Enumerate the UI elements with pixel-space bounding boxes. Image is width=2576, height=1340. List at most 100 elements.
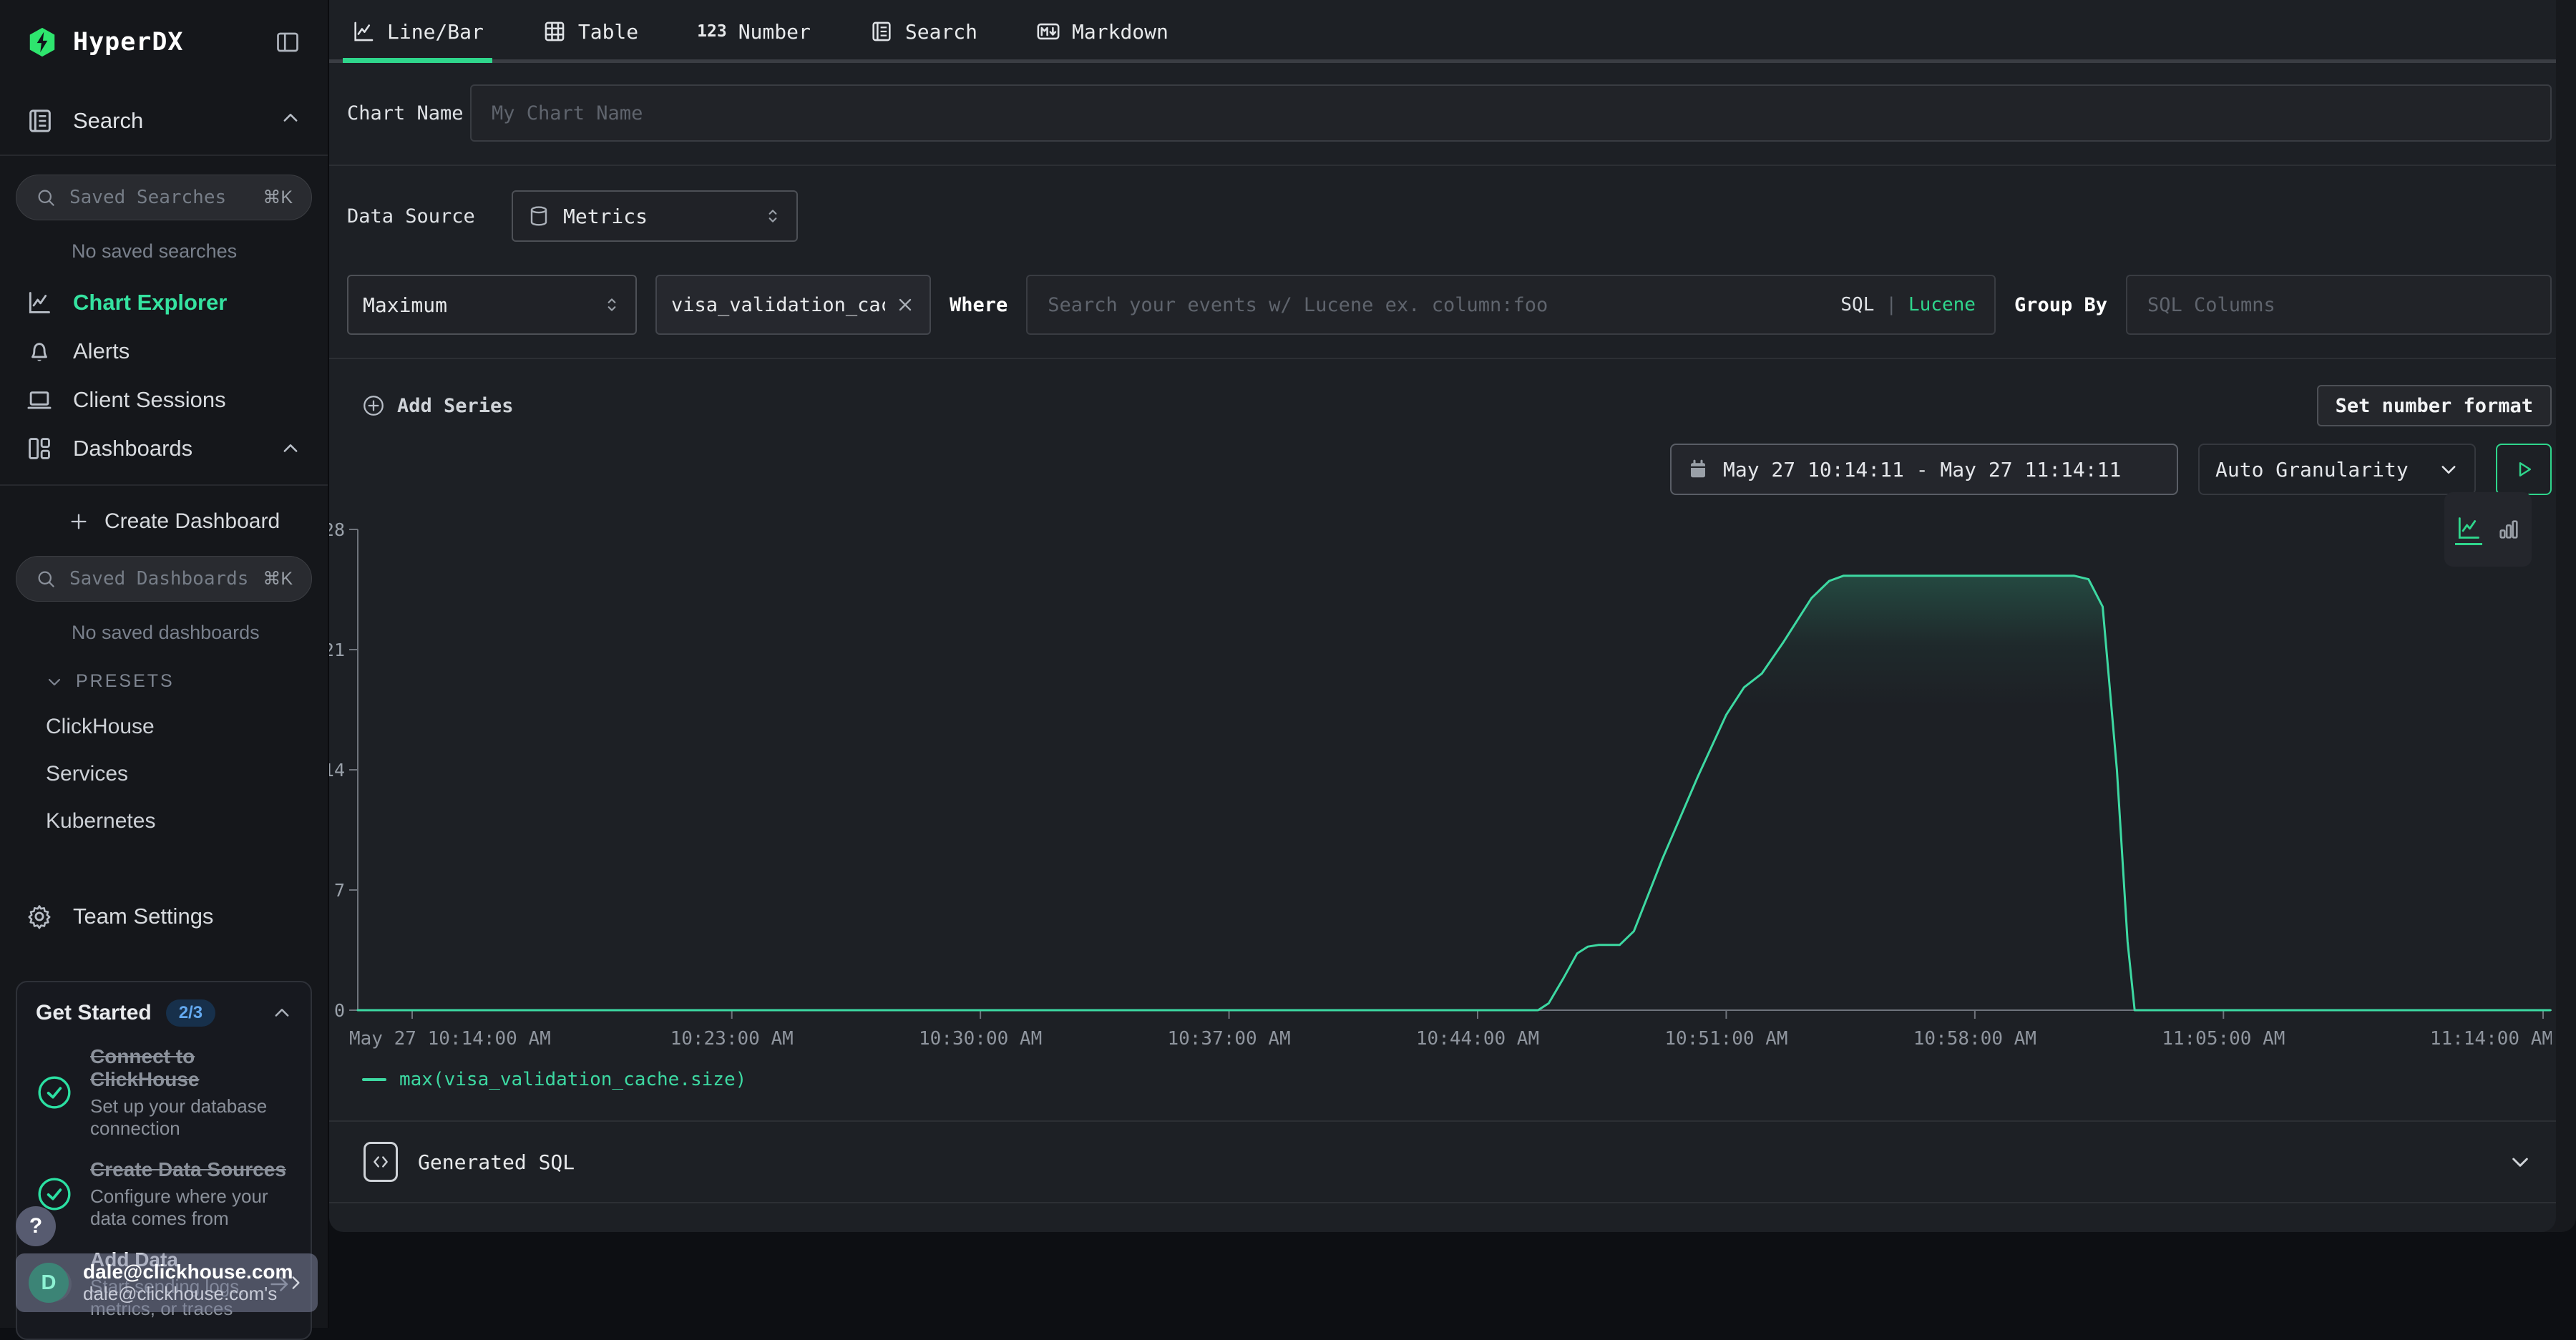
- where-field[interactable]: [1046, 293, 1840, 317]
- tab-line-bar[interactable]: Line/Bar: [347, 0, 488, 63]
- saved-searches-field[interactable]: [68, 186, 251, 209]
- saved-dashboards-input[interactable]: ⌘K: [16, 556, 312, 602]
- sidebar-item-client-sessions[interactable]: Client Sessions: [0, 376, 328, 424]
- add-series-button[interactable]: Add Series: [361, 393, 514, 418]
- aggregation-value: Maximum: [363, 293, 447, 317]
- run-query-button[interactable]: [2496, 444, 2552, 495]
- check-circle-icon: [36, 1075, 73, 1110]
- svg-text:10:30:00 AM: 10:30:00 AM: [919, 1028, 1042, 1050]
- collapse-sidebar-button[interactable]: [275, 29, 301, 55]
- line-chart[interactable]: 07142128May 27 10:14:00 AM10:23:00 AM10:…: [329, 517, 2552, 1066]
- granularity-value: Auto Granularity: [2215, 458, 2409, 481]
- set-number-format-button[interactable]: Set number format: [2317, 385, 2552, 426]
- tab-search[interactable]: Search: [865, 0, 982, 63]
- date-range-value: May 27 10:14:11 - May 27 11:14:11: [1723, 458, 2121, 481]
- get-started-header[interactable]: Get Started 2/3: [36, 999, 292, 1027]
- where-input[interactable]: SQL | Lucene: [1026, 275, 1996, 335]
- get-started-item-subtitle: Set up your database connection: [90, 1095, 292, 1140]
- svg-text:10:37:00 AM: 10:37:00 AM: [1167, 1028, 1290, 1050]
- number-icon: 123: [697, 22, 727, 41]
- shortcut-badge: ⌘K: [263, 568, 293, 590]
- lucene-toggle-option[interactable]: Lucene: [1908, 294, 1976, 316]
- gear-icon: [26, 903, 53, 930]
- user-email: dale@clickhouse.com: [83, 1261, 272, 1283]
- time-controls-row: May 27 10:14:11 - May 27 11:14:11 Auto G…: [329, 444, 2556, 495]
- bar-chart-toggle-icon[interactable]: [2497, 517, 2521, 542]
- no-saved-searches-text: No saved searches: [72, 240, 328, 263]
- saved-dashboards-field[interactable]: [68, 567, 251, 590]
- chevron-down-icon: [2439, 459, 2459, 479]
- chevron-down-icon: [2509, 1150, 2532, 1173]
- preset-item-clickhouse[interactable]: ClickHouse: [46, 715, 328, 739]
- group-by-input[interactable]: [2126, 275, 2552, 335]
- sidebar-search-label: Search: [73, 108, 143, 134]
- svg-text:0: 0: [334, 1000, 345, 1021]
- svg-text:10:44:00 AM: 10:44:00 AM: [1416, 1028, 1539, 1050]
- svg-text:21: 21: [329, 640, 345, 660]
- svg-text:28: 28: [329, 519, 345, 540]
- create-dashboard-button[interactable]: Create Dashboard: [69, 506, 328, 537]
- user-subtitle: dale@clickhouse.com's: [83, 1283, 272, 1305]
- get-started-item-text: Connect to ClickHouseSet up your databas…: [90, 1045, 292, 1140]
- sidebar: HyperDX Search ⌘K No saved searches Char…: [0, 0, 329, 1328]
- calendar-icon: [1687, 459, 1709, 480]
- divider: [329, 165, 2556, 166]
- get-started-item[interactable]: Connect to ClickHouseSet up your databas…: [36, 1045, 292, 1140]
- svg-text:May 27 10:14:00 AM: May 27 10:14:00 AM: [349, 1028, 551, 1050]
- get-started-item-subtitle: Configure where your data comes from: [90, 1185, 292, 1230]
- get-started-item-title: Connect to ClickHouse: [90, 1045, 292, 1092]
- line-chart-toggle-icon[interactable]: [2455, 514, 2482, 545]
- progress-badge: 2/3: [166, 999, 215, 1027]
- chevron-up-icon[interactable]: [272, 1003, 292, 1023]
- chart-name-row: Chart Name: [329, 84, 2556, 142]
- date-range-input[interactable]: May 27 10:14:11 - May 27 11:14:11: [1670, 444, 2178, 495]
- chevron-up-icon[interactable]: [280, 108, 301, 134]
- preset-item-services[interactable]: Services: [46, 762, 328, 786]
- query-language-toggle: SQL | Lucene: [1840, 294, 1976, 316]
- tab-table[interactable]: Table: [538, 0, 643, 63]
- brand-row: HyperDX: [0, 0, 328, 59]
- legend-swatch: [362, 1078, 386, 1081]
- aggregation-select[interactable]: Maximum: [347, 275, 637, 335]
- sql-toggle-option[interactable]: SQL: [1840, 294, 1874, 316]
- data-source-value: Metrics: [563, 205, 648, 228]
- sidebar-divider: [0, 484, 328, 486]
- sidebar-item-dashboards[interactable]: Dashboards: [0, 424, 328, 473]
- select-chevrons-icon: [763, 207, 782, 225]
- database-icon: [527, 205, 550, 228]
- get-started-item[interactable]: Create Data Sources Configure where your …: [36, 1158, 292, 1230]
- sidebar-item-alerts[interactable]: Alerts: [0, 327, 328, 376]
- sidebar-item-label: Chart Explorer: [73, 290, 227, 316]
- tab-number[interactable]: 123Number: [693, 0, 815, 63]
- get-started-item-title: Create Data Sources: [90, 1158, 292, 1181]
- sidebar-item-chart-explorer[interactable]: Chart Explorer: [0, 278, 328, 327]
- tab-label: Markdown: [1072, 20, 1169, 44]
- chart-legend[interactable]: max(visa_validation_cache.size): [362, 1069, 2556, 1090]
- data-source-select[interactable]: Metrics: [512, 190, 798, 242]
- user-menu[interactable]: D dale@clickhouse.com dale@clickhouse.co…: [16, 1253, 318, 1312]
- granularity-select[interactable]: Auto Granularity: [2198, 444, 2476, 495]
- tab-markdown[interactable]: Markdown: [1032, 0, 1173, 63]
- chart-name-field[interactable]: [490, 102, 2532, 125]
- metric-tag-label: visa_validation_cach: [671, 294, 885, 316]
- preset-item-kubernetes[interactable]: Kubernetes: [46, 809, 328, 833]
- sidebar-item-search[interactable]: Search: [0, 99, 328, 143]
- metric-tag[interactable]: visa_validation_cach: [655, 275, 931, 335]
- get-started-item-text: Create Data Sources Configure where your …: [90, 1158, 292, 1230]
- remove-metric-icon[interactable]: [895, 295, 915, 315]
- generated-sql-toggle[interactable]: Generated SQL: [329, 1122, 2556, 1202]
- group-by-field[interactable]: [2146, 293, 2532, 317]
- sidebar-item-team-settings[interactable]: Team Settings: [0, 892, 328, 941]
- chevron-up-icon[interactable]: [280, 439, 301, 459]
- saved-searches-input[interactable]: ⌘K: [16, 175, 312, 220]
- help-button[interactable]: ?: [16, 1206, 56, 1246]
- sidebar-nav: Chart Explorer AlertsClient SessionsDashb…: [0, 278, 328, 473]
- circle-plus-icon: [361, 393, 386, 418]
- presets-toggle[interactable]: PRESETS: [46, 671, 328, 692]
- no-saved-dashboards-text: No saved dashboards: [72, 622, 328, 644]
- team-settings-label: Team Settings: [73, 904, 213, 929]
- series-row: Maximum visa_validation_cach Where SQL |…: [329, 275, 2556, 335]
- chart-name-input[interactable]: [470, 84, 2552, 142]
- svg-text:14: 14: [329, 760, 345, 781]
- data-source-row: Data Source Metrics: [329, 190, 2556, 242]
